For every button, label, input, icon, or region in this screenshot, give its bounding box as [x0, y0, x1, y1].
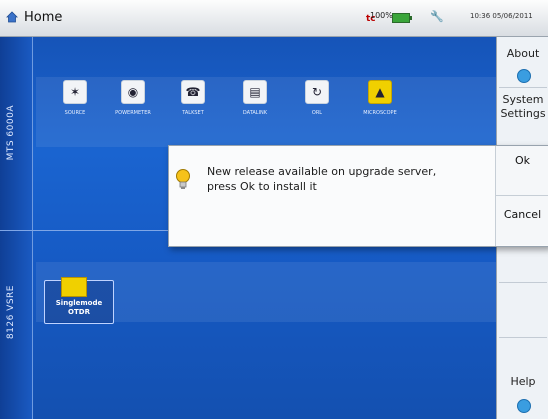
- app-powermeter[interactable]: ◉ POWERMETER: [108, 80, 158, 116]
- app-label: Singlemode OTDR: [45, 299, 113, 317]
- source-icon: ✶: [63, 80, 87, 104]
- app-label: ORL: [311, 110, 323, 116]
- upgrade-dialog: New release available on upgrade server,…: [168, 145, 548, 247]
- system-settings-label-line2: Settings: [500, 107, 546, 120]
- ok-label: Ok: [514, 154, 531, 167]
- about-button[interactable]: About: [497, 47, 548, 60]
- dialog-message-area: New release available on upgrade server,…: [169, 146, 496, 246]
- app-label: SOURCE: [64, 110, 86, 116]
- dialog-message-line1: New release available on upgrade server,: [207, 165, 437, 178]
- home-title: Home: [24, 10, 63, 25]
- top-bar: Home tc 100% 🔧 10:36 05/06/2011: [0, 0, 548, 37]
- dialog-message-line2: press Ok to install it: [207, 180, 317, 193]
- module-strip-mts6000a: MTS 6000A: [0, 37, 33, 230]
- app-orl[interactable]: ↻ ORL: [292, 80, 342, 116]
- datalink-icon: ▤: [243, 80, 267, 104]
- app-datalink[interactable]: ▤ DATALINK: [230, 80, 280, 116]
- help-label: Help: [510, 375, 536, 388]
- dialog-message: New release available on upgrade server,…: [207, 164, 477, 194]
- talkset-icon: ☎: [181, 80, 205, 104]
- about-label: About: [506, 47, 540, 60]
- otdr-icon: [61, 277, 87, 297]
- app-talkset[interactable]: ☎ TALKSET: [168, 80, 218, 116]
- app-label-line2: OTDR: [68, 308, 90, 316]
- app-label: TALKSET: [182, 110, 204, 116]
- battery-icon: [392, 13, 412, 23]
- lightbulb-icon: [176, 169, 190, 189]
- app-microscope[interactable]: ▲ MICROSCOPE: [355, 80, 405, 116]
- app-label: DATALINK: [242, 110, 268, 116]
- module-strip-8126vsre: 8126 VSRE: [0, 231, 33, 419]
- help-button[interactable]: Help: [497, 375, 548, 388]
- clock: 10:36 05/06/2011: [470, 12, 533, 20]
- microscope-icon: ▲: [368, 80, 392, 104]
- ok-button[interactable]: Ok: [496, 146, 548, 195]
- divider: [499, 282, 547, 283]
- app-label: POWERMETER: [115, 110, 151, 116]
- divider: [499, 337, 547, 338]
- help-icon: [517, 399, 531, 413]
- app-label: MICROSCOPE: [363, 110, 397, 116]
- cancel-label: Cancel: [503, 208, 542, 221]
- app-source[interactable]: ✶ SOURCE: [50, 80, 100, 116]
- home-icon[interactable]: [6, 11, 18, 23]
- module-label-mts6000a: MTS 6000A: [6, 105, 16, 161]
- app-label-line1: Singlemode: [55, 299, 103, 307]
- system-settings-label-line1: System: [502, 93, 544, 106]
- info-icon: [517, 69, 531, 83]
- module-label-8126vsre: 8126 VSRE: [6, 285, 16, 340]
- wrench-icon: 🔧: [430, 10, 444, 23]
- orl-icon: ↻: [305, 80, 329, 104]
- app-singlemode-otdr[interactable]: Singlemode OTDR: [44, 277, 114, 324]
- cancel-button[interactable]: Cancel: [496, 196, 548, 245]
- system-settings-button[interactable]: System Settings: [497, 93, 548, 121]
- divider: [499, 87, 547, 88]
- battery-percent: 100%: [370, 11, 393, 20]
- powermeter-icon: ◉: [121, 80, 145, 104]
